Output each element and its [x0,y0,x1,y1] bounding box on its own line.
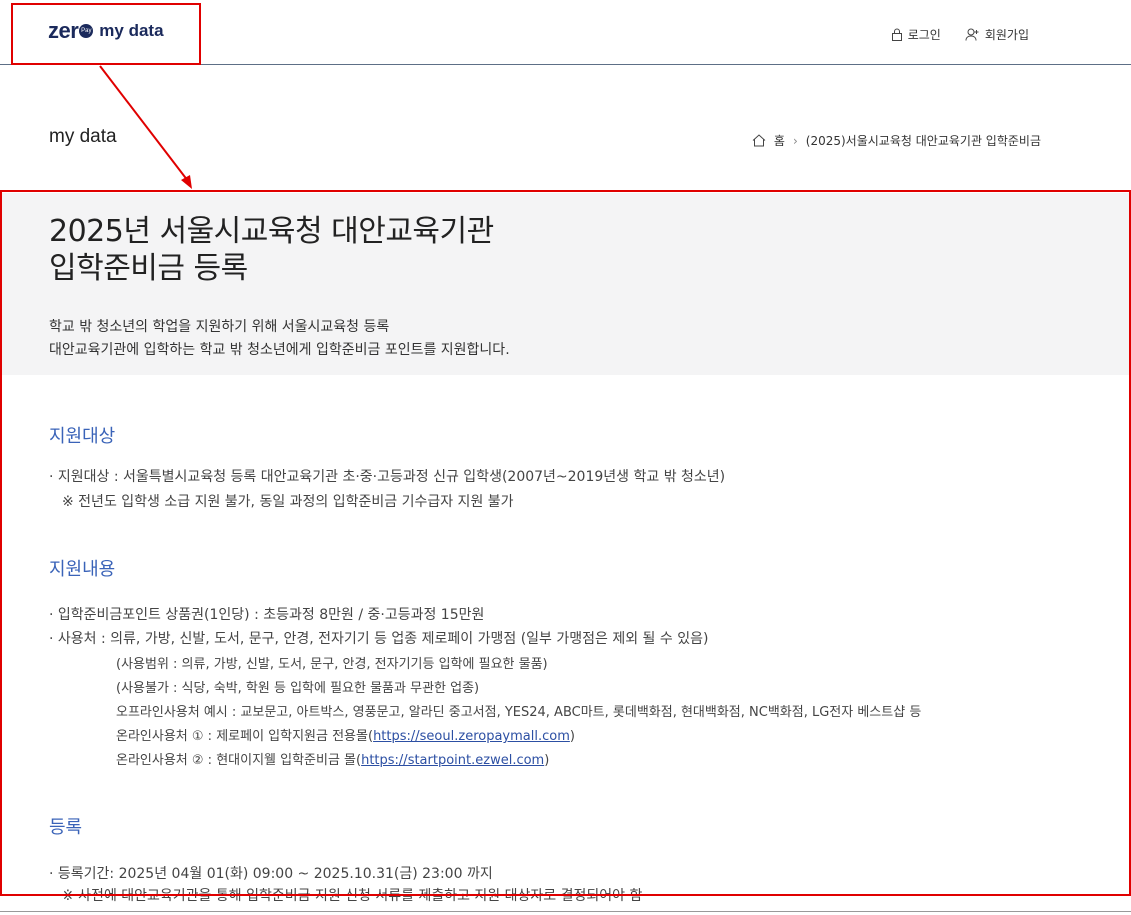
annotation-arrow-icon [99,65,192,189]
bottom-divider [0,911,1131,912]
